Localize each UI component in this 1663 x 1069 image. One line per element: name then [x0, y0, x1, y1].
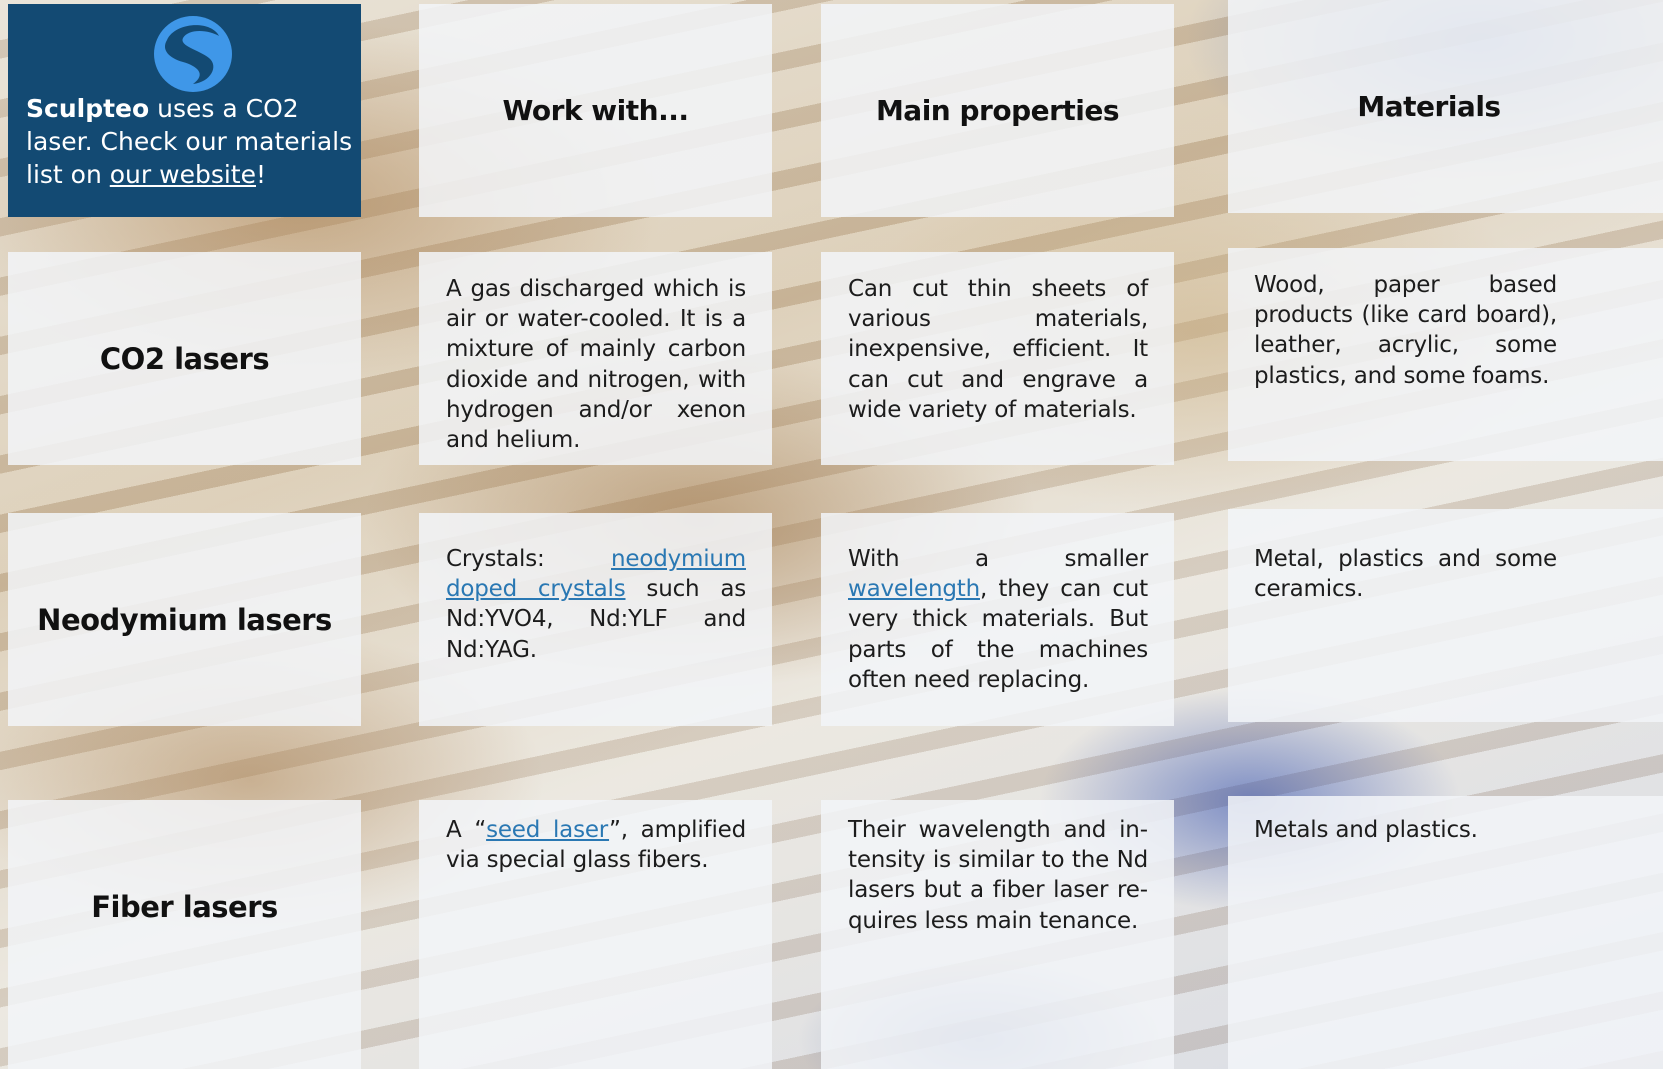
row-co2-work-with: A gas discharged which is air or water-c… — [446, 276, 746, 454]
row-fiber-main-properties: Their wavelength and in­tensity is simil… — [848, 817, 1148, 934]
row-neodymium-materials: Metal, plastics and some ce­ramics. — [1254, 546, 1557, 603]
row-co2-work-with-cell: A gas discharged which is air or water-c… — [419, 252, 772, 465]
row-neodymium-work-with-cell: Crystals: neodymium doped crystals such … — [419, 513, 772, 726]
row-fiber-main-properties-cell: Their wavelength and in­tensity is simil… — [821, 800, 1174, 1069]
row-neodymium-main-properties-cell: With a smaller wavelength, they can cut … — [821, 513, 1174, 726]
row-fiber-title: Fiber lasers — [91, 889, 278, 924]
row-co2-materials-cell: Wood, paper based products (like card bo… — [1228, 248, 1663, 461]
row-fiber-work-with-prefix: A “ — [446, 817, 487, 843]
brand-panel: Sculpteo uses a CO2 laser. Check our mat… — [8, 4, 361, 217]
row-neodymium-materials-cell: Metal, plastics and some ce­ramics. — [1228, 509, 1663, 722]
row-neodymium-main-properties-prefix: With a smaller — [848, 546, 1148, 572]
row-fiber-work-with-cell: A “seed laser”, amplified via special gl… — [419, 800, 772, 1069]
header-work-with-cell: Work with... — [419, 4, 772, 217]
row-neodymium-work-with-prefix: Crystals: — [446, 546, 611, 572]
brand-name: Sculpteo — [26, 94, 150, 123]
header-work-with: Work with... — [502, 94, 690, 127]
row-co2-main-properties-cell: Can cut thin sheets of var­ious material… — [821, 252, 1174, 465]
brand-message: Sculpteo uses a CO2 laser. Check our mat… — [26, 92, 356, 191]
row-neodymium-work-with: Crystals: neodymium doped crystals such … — [446, 544, 746, 665]
row-co2-title-cell: CO2 lasers — [8, 252, 361, 465]
row-fiber-materials: Metals and plastics. — [1254, 817, 1478, 843]
row-co2-title: CO2 lasers — [99, 341, 270, 376]
row-neodymium-title: Neodymium lasers — [37, 602, 332, 637]
header-materials: Materials — [1357, 90, 1501, 123]
header-main-properties-cell: Main properties — [821, 4, 1174, 217]
header-main-properties: Main properties — [875, 94, 1120, 127]
row-fiber-title-cell: Fiber lasers — [8, 800, 361, 1069]
row-neodymium-title-cell: Neodymium lasers — [8, 513, 361, 726]
wavelength-link[interactable]: wavelength — [848, 576, 980, 602]
row-fiber-materials-cell: Metals and plastics. — [1228, 796, 1663, 1069]
brand-text-end: ! — [255, 160, 267, 189]
header-materials-cell: Materials — [1228, 0, 1663, 213]
row-co2-main-properties: Can cut thin sheets of var­ious material… — [848, 276, 1148, 423]
seed-laser-link[interactable]: seed laser — [486, 817, 609, 843]
website-link[interactable]: our website — [110, 160, 256, 189]
row-co2-materials: Wood, paper based products (like card bo… — [1254, 272, 1557, 389]
sculpteo-logo-icon — [154, 16, 232, 92]
row-neodymium-main-properties: With a smaller wavelength, they can cut … — [848, 544, 1148, 695]
row-fiber-work-with: A “seed laser”, amplified via special gl… — [446, 815, 746, 875]
